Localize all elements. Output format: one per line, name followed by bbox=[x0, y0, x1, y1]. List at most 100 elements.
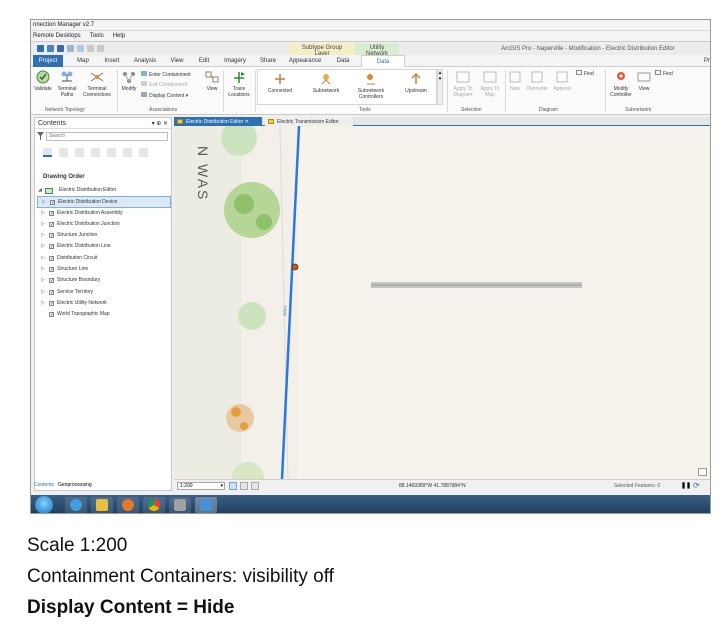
expand-icon[interactable]: ▷ bbox=[41, 253, 45, 264]
snapping-icon[interactable] bbox=[107, 148, 116, 157]
snapping-toggle-icon[interactable] bbox=[251, 482, 259, 490]
taskbar-ie[interactable] bbox=[65, 497, 87, 513]
expand-icon[interactable]: ▷ bbox=[41, 264, 45, 275]
expand-icon[interactable]: ▷ bbox=[41, 298, 45, 309]
tab-project[interactable]: Project bbox=[33, 55, 63, 67]
connected-trace-button[interactable]: Connected bbox=[260, 72, 300, 94]
checkbox-checked-icon[interactable]: ✓ bbox=[49, 233, 54, 239]
refresh-icon[interactable]: ⟳ bbox=[693, 481, 700, 490]
layer-item[interactable]: ▷ ✓ Service Territory bbox=[37, 287, 171, 298]
view-associations-button[interactable]: View bbox=[203, 70, 221, 92]
enter-containment-button[interactable]: Enter Containment bbox=[141, 71, 203, 78]
redo-icon[interactable] bbox=[77, 45, 84, 52]
grid-icon[interactable] bbox=[229, 482, 237, 490]
gallery-scroll[interactable]: ▴ ▾ bbox=[437, 69, 443, 105]
taskbar-chrome[interactable] bbox=[143, 497, 165, 513]
data-source-icon[interactable] bbox=[59, 148, 68, 157]
expand-icon[interactable]: ▷ bbox=[41, 208, 45, 219]
modify-associations-button[interactable]: Modify bbox=[119, 70, 139, 92]
distribution-device[interactable] bbox=[291, 263, 299, 271]
tab-overflow[interactable]: Pr bbox=[701, 55, 710, 67]
find-diagram-button[interactable]: Find bbox=[576, 70, 602, 77]
map-tab-distribution[interactable]: Electric Distribution Editor ✕ bbox=[174, 117, 262, 126]
display-content-dropdown[interactable]: Display Content ▾ bbox=[141, 92, 203, 99]
layer-item[interactable]: ▷ ✓ Structure Boundary bbox=[37, 275, 171, 286]
map-view[interactable]: N WAS MAIN bbox=[174, 126, 711, 479]
labeling-icon[interactable] bbox=[123, 148, 132, 157]
chevron-down-icon[interactable]: ▾ bbox=[220, 483, 223, 489]
tab-geoprocessing[interactable]: Geoprocessing bbox=[58, 482, 92, 488]
tab-share[interactable]: Share bbox=[257, 55, 279, 67]
checkbox-checked-icon[interactable]: ✓ bbox=[49, 289, 54, 295]
undo-icon[interactable] bbox=[67, 45, 74, 52]
taskbar-media[interactable] bbox=[117, 497, 139, 513]
apply-to-diagram-button[interactable]: Apply To Diagram bbox=[449, 70, 477, 98]
tab-data-utility-network[interactable]: Data bbox=[361, 55, 405, 67]
layer-item[interactable]: ✓ World Topographic Map bbox=[37, 309, 171, 320]
modify-controller-button[interactable]: Modify Controller bbox=[607, 70, 635, 98]
editing-icon[interactable] bbox=[91, 148, 100, 157]
new-diagram-button[interactable]: New bbox=[507, 70, 523, 92]
drawing-order-icon[interactable] bbox=[43, 148, 52, 157]
bookmark-icon[interactable] bbox=[240, 482, 248, 490]
scale-selector[interactable]: 1:200 ▾ bbox=[177, 482, 225, 490]
checkbox-checked-icon[interactable]: ✓ bbox=[49, 278, 54, 284]
customize-icon[interactable] bbox=[97, 45, 104, 52]
checkbox-checked-icon[interactable]: ✓ bbox=[49, 312, 54, 318]
map-canvas[interactable]: N WAS MAIN bbox=[174, 126, 711, 479]
checkbox-checked-icon[interactable]: ✓ bbox=[49, 300, 54, 306]
pane-controls-icon[interactable]: ▾ ⊕ ✕ bbox=[152, 120, 168, 127]
layer-item[interactable]: ▷ ✓ Electric Utility Network bbox=[37, 298, 171, 309]
selection-icon[interactable] bbox=[75, 148, 84, 157]
view-subnetwork-button[interactable]: View bbox=[635, 70, 653, 92]
menu-remote-desktops[interactable]: Remote Desktops bbox=[33, 33, 81, 39]
apply-to-map-button[interactable]: Apply To Map bbox=[478, 70, 502, 98]
taskbar-network[interactable] bbox=[169, 497, 191, 513]
tab-data-layer[interactable]: Data bbox=[333, 55, 353, 67]
layer-root[interactable]: ◢ Electric Distribution Editor bbox=[37, 185, 171, 196]
expand-icon[interactable]: ▷ bbox=[41, 275, 45, 286]
map-side-panel-icon[interactable] bbox=[698, 468, 707, 476]
subnetwork-trace-button[interactable]: Subnetwork bbox=[306, 72, 346, 94]
checkbox-checked-icon[interactable]: ✓ bbox=[49, 221, 54, 227]
share-icon[interactable] bbox=[87, 45, 94, 52]
layer-item[interactable]: ▷ ✓ Structure Junction bbox=[37, 230, 171, 241]
tab-view[interactable]: View bbox=[167, 55, 187, 67]
close-tab-icon[interactable]: ✕ bbox=[245, 119, 249, 125]
collapse-icon[interactable]: ◢ bbox=[38, 185, 42, 196]
find-subnetwork-button[interactable]: Find bbox=[655, 70, 679, 77]
layer-item[interactable]: ▷ ✓ Electric Distribution Junction bbox=[37, 219, 171, 230]
pause-icon[interactable]: ❚❚ bbox=[681, 482, 691, 489]
checkbox-checked-icon[interactable]: ✓ bbox=[50, 200, 55, 206]
contents-search-input[interactable]: Search bbox=[46, 132, 168, 141]
trace-locations-button[interactable]: Trace Locations bbox=[224, 70, 254, 98]
new-project-icon[interactable] bbox=[37, 45, 44, 52]
layer-item[interactable]: ▷ ✓ Electric Distribution Device bbox=[37, 196, 171, 208]
checkbox-checked-icon[interactable]: ✓ bbox=[49, 267, 54, 273]
filter-icon[interactable] bbox=[37, 132, 44, 140]
append-diagram-button[interactable]: Append bbox=[551, 70, 573, 92]
tab-map[interactable]: Map bbox=[73, 55, 93, 67]
open-icon[interactable] bbox=[47, 45, 54, 52]
terminal-connections-button[interactable]: Terminal Connections bbox=[81, 70, 113, 98]
exit-containment-button[interactable]: Exit Containment bbox=[141, 81, 203, 88]
layer-item[interactable]: ▷ ✓ Distribution Circuit bbox=[37, 253, 171, 264]
checkbox-checked-icon[interactable]: ✓ bbox=[49, 244, 54, 250]
tab-imagery[interactable]: Imagery bbox=[221, 55, 249, 67]
overwrite-diagram-button[interactable]: Overwrite bbox=[524, 70, 550, 92]
validate-button[interactable]: Validate bbox=[33, 70, 53, 92]
upstream-trace-button[interactable]: Upstream bbox=[398, 72, 434, 94]
expand-icon[interactable]: ▷ bbox=[41, 287, 45, 298]
subnetwork-controllers-trace-button[interactable]: Subnetwork Controllers bbox=[350, 72, 392, 100]
taskbar-explorer[interactable] bbox=[91, 497, 113, 513]
menu-tools[interactable]: Tools bbox=[90, 33, 104, 39]
tab-edit[interactable]: Edit bbox=[195, 55, 213, 67]
checkbox-checked-icon[interactable]: ✓ bbox=[49, 255, 54, 261]
layer-item[interactable]: ▷ ✓ Electric Distribution Assembly bbox=[37, 208, 171, 219]
layer-item[interactable]: ▷ ✓ Electric Distribution Line bbox=[37, 241, 171, 252]
charts-icon[interactable] bbox=[139, 148, 148, 157]
tab-appearance[interactable]: Appearance bbox=[287, 55, 323, 67]
checkbox-checked-icon[interactable]: ✓ bbox=[49, 210, 54, 216]
start-button-icon[interactable] bbox=[35, 496, 53, 513]
taskbar-remote-desktop[interactable] bbox=[195, 497, 217, 513]
